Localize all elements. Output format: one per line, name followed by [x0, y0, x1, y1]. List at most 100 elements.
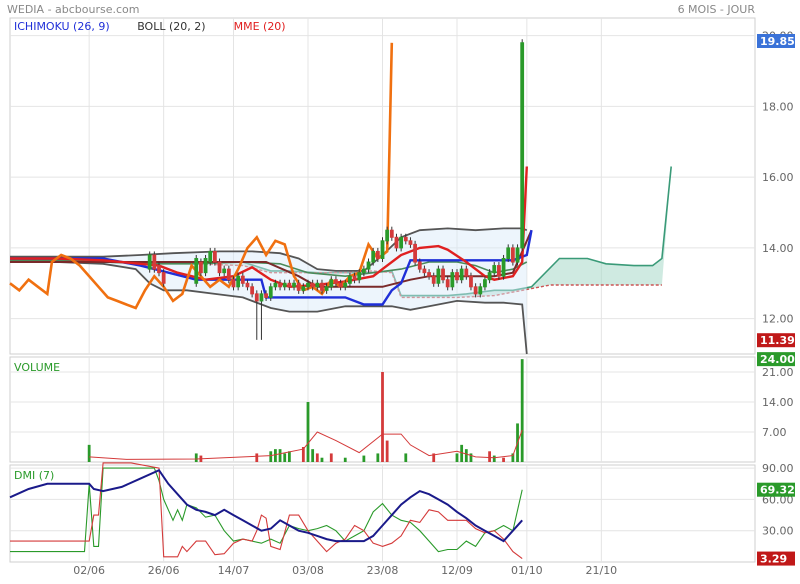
x-tick-label: 02/06 [73, 564, 105, 577]
volume-bar [520, 359, 524, 462]
candle-body [296, 282, 301, 291]
candle-body [455, 272, 459, 281]
candle-body [240, 275, 245, 284]
candle-body [292, 282, 296, 288]
candle-body [417, 261, 422, 270]
value-marker-label: 11.39 [760, 334, 795, 347]
value-marker-label: 24.00 [760, 353, 795, 366]
candle-body [422, 268, 427, 274]
candle-body [226, 268, 231, 281]
x-tick-label: 26/06 [148, 564, 180, 577]
volume-bar [278, 449, 282, 462]
volume-y-tick-label: 7.00 [762, 426, 787, 439]
price-y-tick-label: 16.00 [762, 171, 794, 184]
candle-body [371, 250, 376, 263]
candle-body [380, 240, 385, 260]
volume-bar [255, 453, 259, 462]
legend-item-3: MME (20) [234, 20, 286, 33]
candle-body [450, 272, 455, 288]
candle-body [310, 282, 315, 288]
volume-bar [362, 455, 366, 462]
candle-body [329, 279, 334, 288]
x-tick-label: 03/08 [292, 564, 324, 577]
price-y-tick-label: 14.00 [762, 242, 794, 255]
price-y-tick-label: 12.00 [762, 313, 794, 326]
candle-body [408, 240, 413, 245]
candle-body [161, 272, 166, 284]
legend-item-2: BOLL (20, 2) [137, 20, 205, 33]
candle-body [501, 258, 506, 277]
x-tick-label: 01/10 [511, 564, 543, 577]
candle-body [338, 282, 343, 288]
volume-bar [343, 457, 347, 462]
dmi-panel-title: DMI (7) [14, 469, 54, 482]
volume-bar [287, 451, 291, 462]
x-tick-label: 23/08 [367, 564, 399, 577]
volume-bar [274, 449, 277, 462]
candle-body [282, 282, 287, 288]
candle-body [427, 272, 431, 277]
volume-bar [381, 372, 384, 462]
candle-body [389, 229, 394, 238]
candle-body [273, 282, 278, 288]
volume-bar [488, 451, 491, 462]
volume-panel-title: VOLUME [14, 361, 60, 374]
candle-body [464, 268, 469, 277]
volume-bar [283, 453, 287, 462]
legend-item-1: ICHIMOKU (26, 9) [14, 20, 110, 33]
candle-body [278, 282, 282, 288]
candle-body [212, 250, 217, 263]
candle-body [194, 258, 199, 284]
candle-body [366, 261, 371, 270]
volume-bar [320, 457, 324, 462]
volume-bar [376, 453, 380, 462]
volume-bar [492, 455, 496, 462]
candle-body [259, 293, 264, 302]
candle-body [147, 254, 152, 270]
candle-body [469, 275, 473, 288]
candle-body [399, 236, 404, 249]
candle-body [459, 268, 464, 281]
candle-body [250, 286, 255, 295]
candle-body [520, 42, 525, 249]
candle-body [334, 279, 338, 284]
candle-body [510, 247, 515, 263]
candle-body [385, 229, 390, 242]
x-tick-label: 12/09 [441, 564, 473, 577]
candle-body [264, 293, 268, 298]
candle-body [157, 265, 161, 274]
volume-bar [315, 453, 319, 462]
candle-body [315, 282, 320, 288]
candle-body [394, 236, 399, 249]
candle-body [236, 275, 241, 288]
volume-bar [269, 451, 273, 462]
candle-body [231, 279, 236, 288]
candle-body [375, 250, 380, 260]
value-marker-label: 3.29 [760, 553, 787, 566]
candle-body [357, 272, 362, 281]
volume-bar [311, 449, 315, 462]
stock-chart: WEDIA - abcbourse.com 6 MOIS - JOUR 02/0… [0, 0, 800, 580]
candle-body [483, 279, 487, 288]
candle-body [361, 268, 366, 274]
volume-bar [404, 453, 408, 462]
candle-body [436, 268, 441, 284]
candle-body [413, 243, 417, 263]
volume-y-tick-label: 21.00 [762, 366, 794, 379]
chart-period: 6 MOIS - JOUR [678, 3, 756, 16]
candle-body [352, 275, 357, 281]
candle-body [203, 258, 208, 274]
candle-body [324, 286, 329, 291]
candle-body [441, 268, 445, 281]
candle-body [348, 275, 352, 284]
candle-body [217, 261, 222, 274]
candle-body [473, 286, 478, 295]
candle-body [245, 282, 250, 288]
candle-body [306, 282, 310, 288]
chart-title: WEDIA - abcbourse.com [7, 3, 140, 16]
candle-body [403, 236, 408, 242]
candle-body [199, 261, 203, 274]
candle-body [506, 247, 511, 260]
volume-bar [306, 402, 310, 462]
price-y-tick-label: 18.00 [762, 100, 794, 113]
